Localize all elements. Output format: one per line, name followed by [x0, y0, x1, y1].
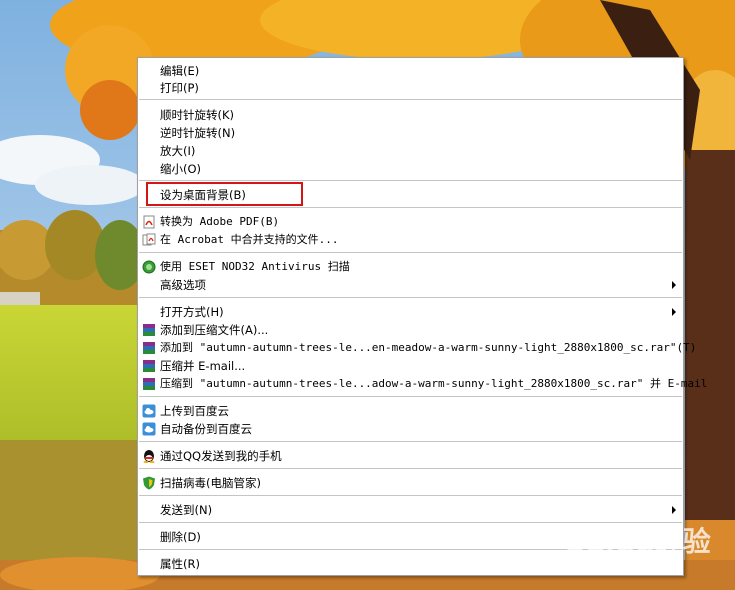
- menu-item-rotate-counterclockwise[interactable]: 逆时针旋转(N): [139, 124, 682, 142]
- menu-separator: [139, 207, 682, 209]
- highlight-box: [146, 182, 303, 206]
- menu-item-label: 扫描病毒(电脑管家): [160, 476, 261, 490]
- adobe-pdf-icon: [143, 215, 155, 229]
- watermark-url: jingyan.baidu.com: [567, 557, 678, 571]
- menu-item-advanced-options[interactable]: 高级选项: [139, 276, 682, 294]
- menu-separator: [139, 396, 682, 398]
- menu-item-rotate-clockwise[interactable]: 顺时针旋转(K): [139, 106, 682, 124]
- menu-item-label: 发送到(N): [160, 503, 213, 517]
- menu-item-label: 通过QQ发送到我的手机: [160, 449, 282, 463]
- menu-item-label: 放大(I): [160, 144, 196, 158]
- menu-item-label: 缩小(O): [160, 162, 202, 176]
- menu-item-label: 自动备份到百度云: [160, 422, 252, 436]
- winrar-icon: [143, 324, 155, 336]
- menu-item-label: 顺时针旋转(K): [160, 108, 235, 122]
- menu-item-edit[interactable]: 编辑(E): [139, 62, 682, 80]
- baidu-jingyan-watermark: Baidu经验 jingyan.baidu.com: [565, 510, 725, 582]
- tencent-shield-icon: [143, 476, 155, 490]
- submenu-arrow-icon: [672, 308, 676, 316]
- menu-separator: [139, 99, 682, 101]
- menu-item-label: 添加到压缩文件(A)...: [160, 323, 269, 337]
- menu-item-label: 打印(P): [160, 81, 199, 95]
- menu-separator: [139, 468, 682, 470]
- menu-item-print[interactable]: 打印(P): [139, 79, 682, 97]
- qq-icon: [143, 450, 155, 463]
- menu-item-zoom-in[interactable]: 放大(I): [139, 142, 682, 160]
- winrar-icon: [143, 342, 155, 354]
- winrar-icon: [143, 360, 155, 372]
- menu-item-label: 上传到百度云: [160, 404, 229, 418]
- menu-item-add-to-rar[interactable]: 添加到 "autumn-autumn-trees-le...en-meadow-…: [139, 339, 696, 357]
- menu-item-label: 转换为 Adobe PDF(B): [160, 215, 280, 228]
- menu-item-zoom-out[interactable]: 缩小(O): [139, 160, 682, 178]
- menu-item-scan-virus[interactable]: 扫描病毒(电脑管家): [139, 474, 682, 492]
- context-menu: 编辑(E) 打印(P) 顺时针旋转(K) 逆时针旋转(N) 放大(I) 缩小(O…: [137, 57, 707, 576]
- menu-item-label: 删除(D): [160, 530, 201, 544]
- menu-item-label: 压缩到 "autumn-autumn-trees-le...adow-a-war…: [160, 377, 708, 390]
- menu-item-acrobat-combine[interactable]: 在 Acrobat 中合并支持的文件...: [139, 231, 682, 249]
- menu-item-label: 打开方式(H): [160, 305, 224, 319]
- menu-item-label: 编辑(E): [160, 64, 200, 78]
- watermark-brand: Baidu经验: [565, 525, 711, 558]
- menu-item-add-to-archive[interactable]: 添加到压缩文件(A)...: [139, 321, 682, 339]
- winrar-icon: [143, 378, 155, 390]
- menu-item-label: 压缩并 E-mail...: [160, 359, 246, 373]
- menu-item-upload-baidu-cloud[interactable]: 上传到百度云: [139, 402, 682, 420]
- menu-item-label: 逆时针旋转(N): [160, 126, 236, 140]
- eset-icon: [142, 260, 156, 274]
- baidu-cloud-icon: [142, 404, 156, 418]
- menu-separator: [139, 495, 682, 497]
- menu-item-convert-to-pdf[interactable]: 转换为 Adobe PDF(B): [139, 213, 682, 231]
- acrobat-icon: [142, 233, 156, 246]
- submenu-arrow-icon: [672, 281, 676, 289]
- menu-item-open-with[interactable]: 打开方式(H): [139, 303, 682, 321]
- menu-item-compress-to-rar-and-email[interactable]: 压缩到 "autumn-autumn-trees-le...adow-a-war…: [139, 375, 707, 393]
- menu-item-send-via-qq[interactable]: 通过QQ发送到我的手机: [139, 447, 682, 465]
- menu-item-auto-backup-baidu-cloud[interactable]: 自动备份到百度云: [139, 420, 682, 438]
- menu-item-label: 高级选项: [160, 278, 206, 292]
- baidu-cloud-icon: [142, 422, 156, 436]
- menu-separator: [139, 441, 682, 443]
- menu-separator: [139, 297, 682, 299]
- menu-item-eset-scan[interactable]: 使用 ESET NOD32 Antivirus 扫描: [139, 258, 682, 276]
- menu-separator: [139, 252, 682, 254]
- menu-item-label: 属性(R): [160, 557, 200, 571]
- menu-item-label: 使用 ESET NOD32 Antivirus 扫描: [160, 260, 350, 273]
- menu-item-label: 在 Acrobat 中合并支持的文件...: [160, 233, 339, 246]
- menu-item-compress-and-email[interactable]: 压缩并 E-mail...: [139, 357, 682, 375]
- menu-item-label: 添加到 "autumn-autumn-trees-le...en-meadow-…: [160, 341, 697, 354]
